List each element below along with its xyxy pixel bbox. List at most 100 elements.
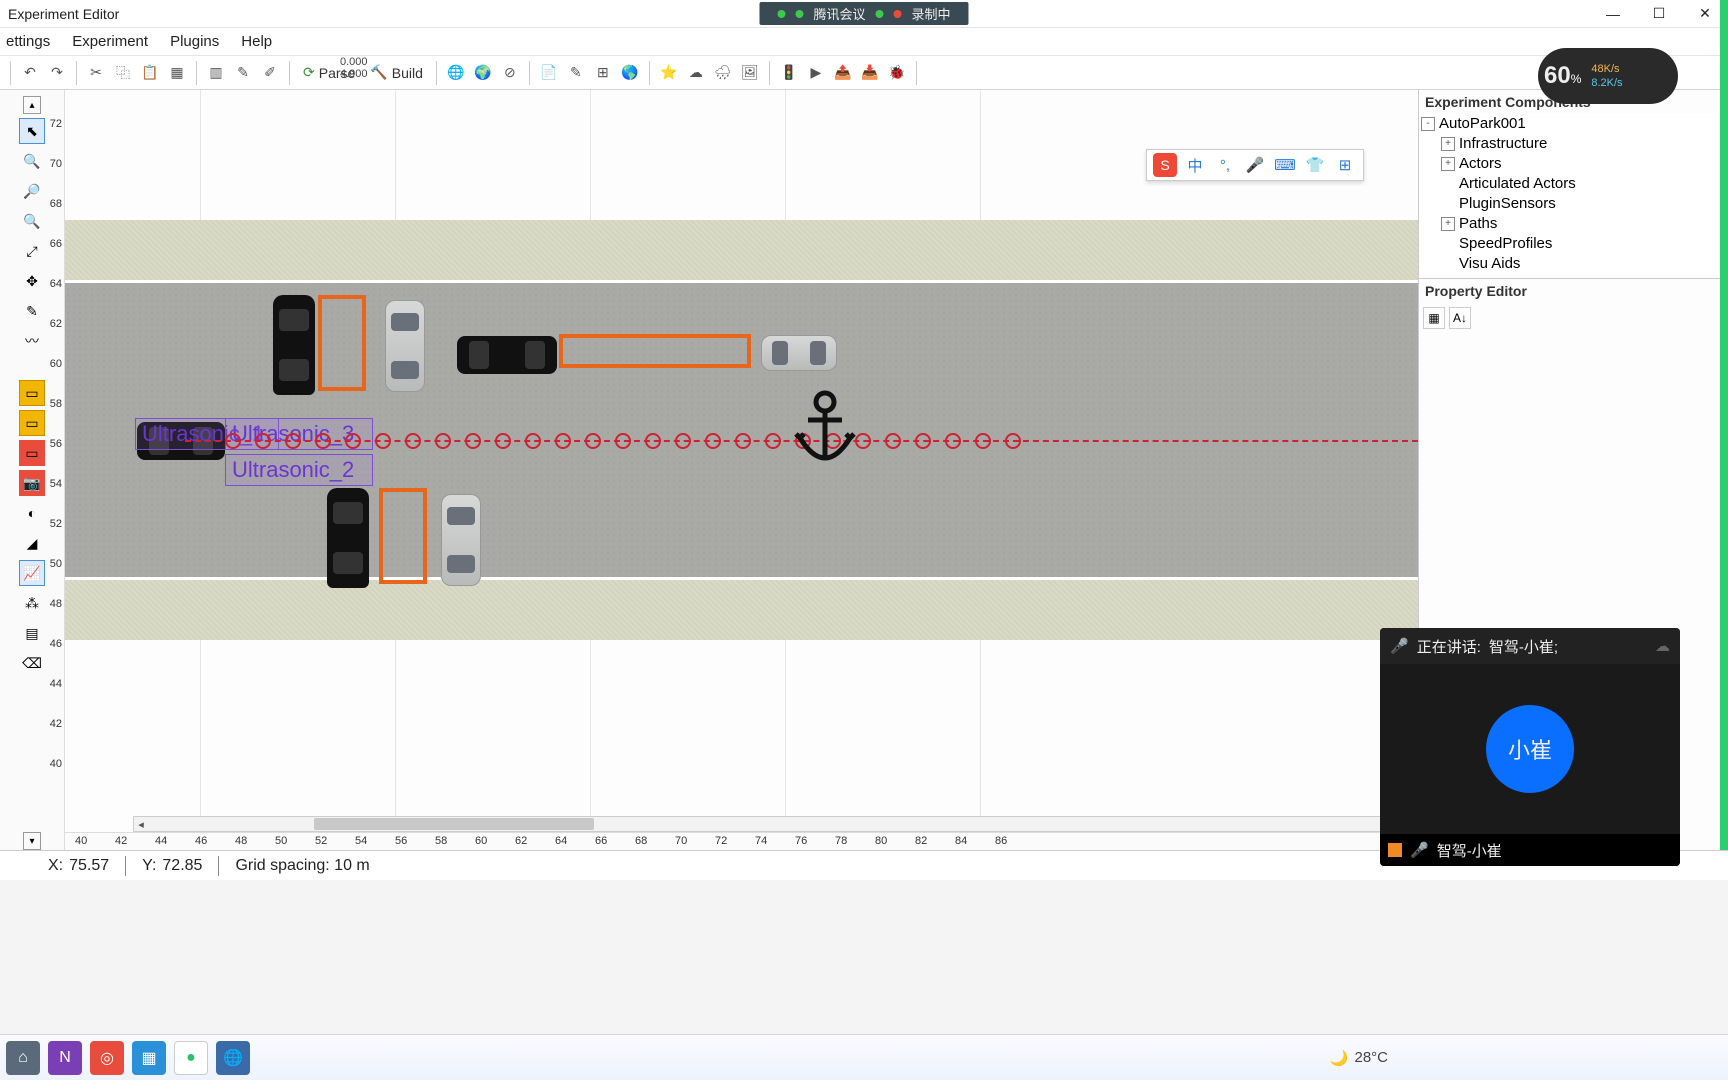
- record-dot-icon: [894, 10, 902, 18]
- image-button[interactable]: 🖼: [738, 61, 762, 85]
- maximize-button[interactable]: ☐: [1636, 0, 1682, 28]
- weather-widget[interactable]: 🌙 28°C: [1330, 1049, 1728, 1067]
- meeting-overlay[interactable]: 🎤 正在讲话: 智驾-小崔; ☁ 小崔 🎤 智驾-小崔: [1380, 628, 1680, 866]
- download-speed: 8.2K/s: [1591, 76, 1622, 90]
- window-title: Experiment Editor: [0, 6, 119, 22]
- ruler-origin-label: 0.000 4.900: [340, 56, 368, 80]
- y-ruler: 72 70 68 66 64 62 60 58 56 54 52 50 48 4…: [36, 90, 64, 850]
- x-ruler: 40 42 44 46 48 50 52 54 56 58 60 62 64 6…: [65, 832, 1418, 850]
- ime-logo-icon[interactable]: S: [1153, 153, 1177, 177]
- taskbar-app[interactable]: ◎: [90, 1041, 124, 1075]
- speaker-name: 智驾-小崔;: [1489, 636, 1558, 657]
- tree-expand-icon[interactable]: +: [1441, 137, 1455, 151]
- export-button[interactable]: 📤: [831, 61, 855, 85]
- tree-expand-icon[interactable]: +: [1441, 157, 1455, 171]
- menu-help[interactable]: Help: [241, 33, 272, 50]
- import-button[interactable]: 📥: [858, 61, 882, 85]
- status-dot-green: [777, 10, 785, 18]
- grass-strip: [65, 580, 1418, 640]
- component-tree[interactable]: -AutoPark001 +Infrastructure +Actors Art…: [1419, 114, 1728, 274]
- ime-mode-label[interactable]: 中: [1183, 153, 1207, 177]
- status-dot-green: [795, 10, 803, 18]
- taskbar-app[interactable]: 🌐: [216, 1041, 250, 1075]
- parking-slot[interactable]: [559, 334, 751, 368]
- favorite-button[interactable]: ⭐: [657, 61, 681, 85]
- ime-keyboard-icon[interactable]: ⌨: [1273, 153, 1297, 177]
- weather-button[interactable]: ☁: [684, 61, 708, 85]
- play-button[interactable]: ▶: [804, 61, 828, 85]
- upload-speed: 48K/s: [1591, 62, 1622, 76]
- parking-slot[interactable]: [318, 295, 366, 391]
- canvas[interactable]: Ultrasonic_1 Ultrasonic_3 Ultrasonic_2: [65, 90, 1418, 850]
- menu-plugins[interactable]: Plugins: [170, 33, 219, 50]
- participant-badge-icon: [1388, 843, 1402, 857]
- globe-button[interactable]: 🌐: [444, 61, 468, 85]
- globe-refresh-button[interactable]: 🌍: [471, 61, 495, 85]
- taskbar-app-onenote[interactable]: N: [48, 1041, 82, 1075]
- tool-palette: ▴ ⬉ 🔍 🔎 🔍 ⤢ ✥ ✎ 〰 ▭ ▭ ▭ 📷 ◐ ◢ 📈 ⁂ ▤ ⌫ ▾ …: [0, 90, 65, 850]
- cut-button[interactable]: ✂: [84, 61, 108, 85]
- paste-button[interactable]: 📋: [138, 61, 162, 85]
- map-button[interactable]: 🌎: [618, 61, 642, 85]
- pencil-button[interactable]: ✐: [258, 61, 282, 85]
- grass-strip: [65, 220, 1418, 280]
- accent-strip: [1720, 0, 1728, 850]
- grid-button[interactable]: ▥: [204, 61, 228, 85]
- ime-punct-icon[interactable]: °,: [1213, 153, 1237, 177]
- parked-car[interactable]: [457, 336, 557, 374]
- temperature-value: 28°C: [1354, 1049, 1388, 1066]
- tree-expand-icon[interactable]: +: [1441, 217, 1455, 231]
- taskbar[interactable]: ⌂ N ◎ ▦ ● 🌐 🌙 28°C: [0, 1034, 1728, 1080]
- sensor-ultrasonic-2[interactable]: Ultrasonic_2: [225, 454, 373, 486]
- speaking-label: 正在讲话:: [1417, 636, 1481, 657]
- status-dot-green: [876, 10, 884, 18]
- menu-settings[interactable]: ettings: [6, 33, 50, 50]
- grid-spacing-label: Grid spacing: 10 m: [235, 857, 369, 875]
- parked-car[interactable]: [327, 488, 369, 588]
- participant-name: 智驾-小崔: [1437, 840, 1502, 861]
- copy-button[interactable]: ⿻: [111, 61, 135, 85]
- redo-button[interactable]: ↷: [45, 61, 69, 85]
- ime-toolbar[interactable]: S 中 °, 🎤 ⌨ 👕 ⊞: [1146, 149, 1364, 181]
- table-button[interactable]: ⊞: [591, 61, 615, 85]
- edit-button[interactable]: ✎: [231, 61, 255, 85]
- edit-item-button[interactable]: ✎: [564, 61, 588, 85]
- delete-button[interactable]: ▦: [165, 61, 189, 85]
- ime-mic-icon[interactable]: 🎤: [1243, 153, 1267, 177]
- taskbar-app[interactable]: ⌂: [6, 1041, 40, 1075]
- anchor-icon[interactable]: [790, 390, 860, 475]
- undo-button[interactable]: ↶: [18, 61, 42, 85]
- cursor-x-value: 75.57: [69, 857, 109, 875]
- parked-car[interactable]: [441, 494, 481, 586]
- minimize-button[interactable]: ―: [1590, 0, 1636, 28]
- traffic-light-button[interactable]: 🚦: [777, 61, 801, 85]
- build-button[interactable]: 🔨Build: [364, 61, 429, 85]
- parked-car[interactable]: [273, 295, 315, 395]
- prop-categorized-button[interactable]: ▦: [1423, 307, 1445, 329]
- taskbar-app[interactable]: ●: [174, 1041, 208, 1075]
- scrollbar-thumb[interactable]: [314, 818, 594, 830]
- mic-icon[interactable]: 🎤: [1390, 637, 1409, 655]
- globe-stop-button[interactable]: ⊘: [498, 61, 522, 85]
- menu-experiment[interactable]: Experiment: [72, 33, 148, 50]
- ime-skin-icon[interactable]: 👕: [1303, 153, 1327, 177]
- bug-button[interactable]: 🐞: [885, 61, 909, 85]
- parking-slot[interactable]: [379, 488, 427, 584]
- new-item-button[interactable]: 📄: [537, 61, 561, 85]
- meeting-recording-pill[interactable]: 腾讯会议 录制中: [759, 2, 968, 25]
- taskbar-app[interactable]: ▦: [132, 1041, 166, 1075]
- parked-car[interactable]: [761, 335, 837, 371]
- ime-grid-icon[interactable]: ⊞: [1333, 153, 1357, 177]
- parked-car[interactable]: [385, 300, 425, 392]
- horizontal-scrollbar[interactable]: ◂ ▸: [133, 816, 1406, 832]
- prop-sort-button[interactable]: A↓: [1449, 307, 1471, 329]
- avatar: 小崔: [1486, 705, 1574, 793]
- menu-bar: ettings Experiment Plugins Help: [0, 28, 1728, 56]
- tree-expand-icon[interactable]: -: [1421, 117, 1435, 131]
- rain-button[interactable]: 🌧: [711, 61, 735, 85]
- property-editor-header: Property Editor: [1419, 279, 1728, 303]
- scroll-left-arrow[interactable]: ◂: [134, 817, 148, 831]
- title-bar: Experiment Editor 腾讯会议 录制中 ― ☐ ✕: [0, 0, 1728, 28]
- cursor-y-value: 72.85: [162, 857, 202, 875]
- network-widget[interactable]: 60% 48K/s 8.2K/s: [1538, 48, 1678, 104]
